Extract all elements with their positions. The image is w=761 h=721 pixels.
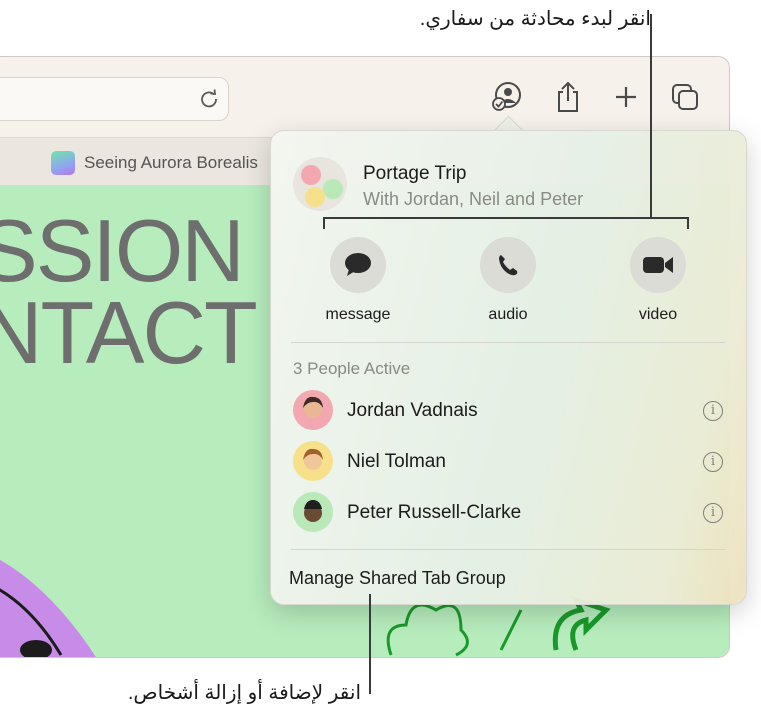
page-headline-line-2: NTACT xyxy=(0,283,258,382)
page-headline-line-1: SSION xyxy=(0,201,245,300)
callout-bracket xyxy=(323,217,689,219)
person-name: Jordan Vadnais xyxy=(347,400,478,421)
info-icon[interactable]: i xyxy=(703,452,723,472)
group-subtitle: With Jordan, Neil and Peter xyxy=(363,189,584,209)
group-avatar xyxy=(293,157,347,211)
address-bar[interactable] xyxy=(0,77,229,121)
avatar xyxy=(293,390,333,430)
message-label: message xyxy=(325,306,391,323)
shared-tab-group-popover: Portage Trip With Jordan, Neil and Peter… xyxy=(270,130,747,605)
shared-tab-group-icon[interactable] xyxy=(488,77,524,117)
audio-label: audio xyxy=(488,306,528,323)
callout-add-remove-people: انقر لإضافة أو إزالة أشخاص. xyxy=(127,682,361,704)
avatar xyxy=(293,492,333,532)
tab-favicon-icon xyxy=(51,151,75,175)
info-icon[interactable]: i xyxy=(703,503,723,523)
video-label: video xyxy=(638,306,678,323)
callout-line xyxy=(369,594,371,694)
new-tab-plus-icon[interactable] xyxy=(608,77,644,117)
divider xyxy=(291,549,725,550)
tab-overview-icon[interactable] xyxy=(667,77,703,117)
message-button[interactable] xyxy=(330,237,386,293)
divider xyxy=(291,342,725,343)
video-button[interactable] xyxy=(630,237,686,293)
group-member-avatar xyxy=(305,187,325,207)
person-name: Peter Russell-Clarke xyxy=(347,502,522,523)
group-member-avatar xyxy=(323,179,343,199)
group-member-avatar xyxy=(301,165,321,185)
callout-bracket-end xyxy=(687,217,689,229)
video-camera-icon xyxy=(643,257,673,273)
audio-button[interactable] xyxy=(480,237,536,293)
toolbar xyxy=(0,57,729,137)
tab-title[interactable]: Seeing Aurora Borealis xyxy=(84,153,258,173)
avatar xyxy=(293,441,333,481)
callout-start-conversation: انقر لبدء محادثة من سفاري. xyxy=(419,8,651,30)
reload-icon[interactable] xyxy=(198,88,220,110)
active-people-heading: 3 People Active xyxy=(293,359,411,378)
message-bubble-icon xyxy=(345,253,371,276)
callout-bracket-end xyxy=(323,217,325,229)
callout-line xyxy=(650,14,652,218)
info-icon[interactable]: i xyxy=(703,401,723,421)
phone-icon xyxy=(499,255,518,276)
share-icon[interactable] xyxy=(550,77,586,117)
group-title: Portage Trip xyxy=(363,163,467,184)
page-illustration xyxy=(0,559,96,657)
person-name: Niel Tolman xyxy=(347,451,446,472)
manage-shared-tab-group-button[interactable]: Manage Shared Tab Group xyxy=(289,568,506,589)
